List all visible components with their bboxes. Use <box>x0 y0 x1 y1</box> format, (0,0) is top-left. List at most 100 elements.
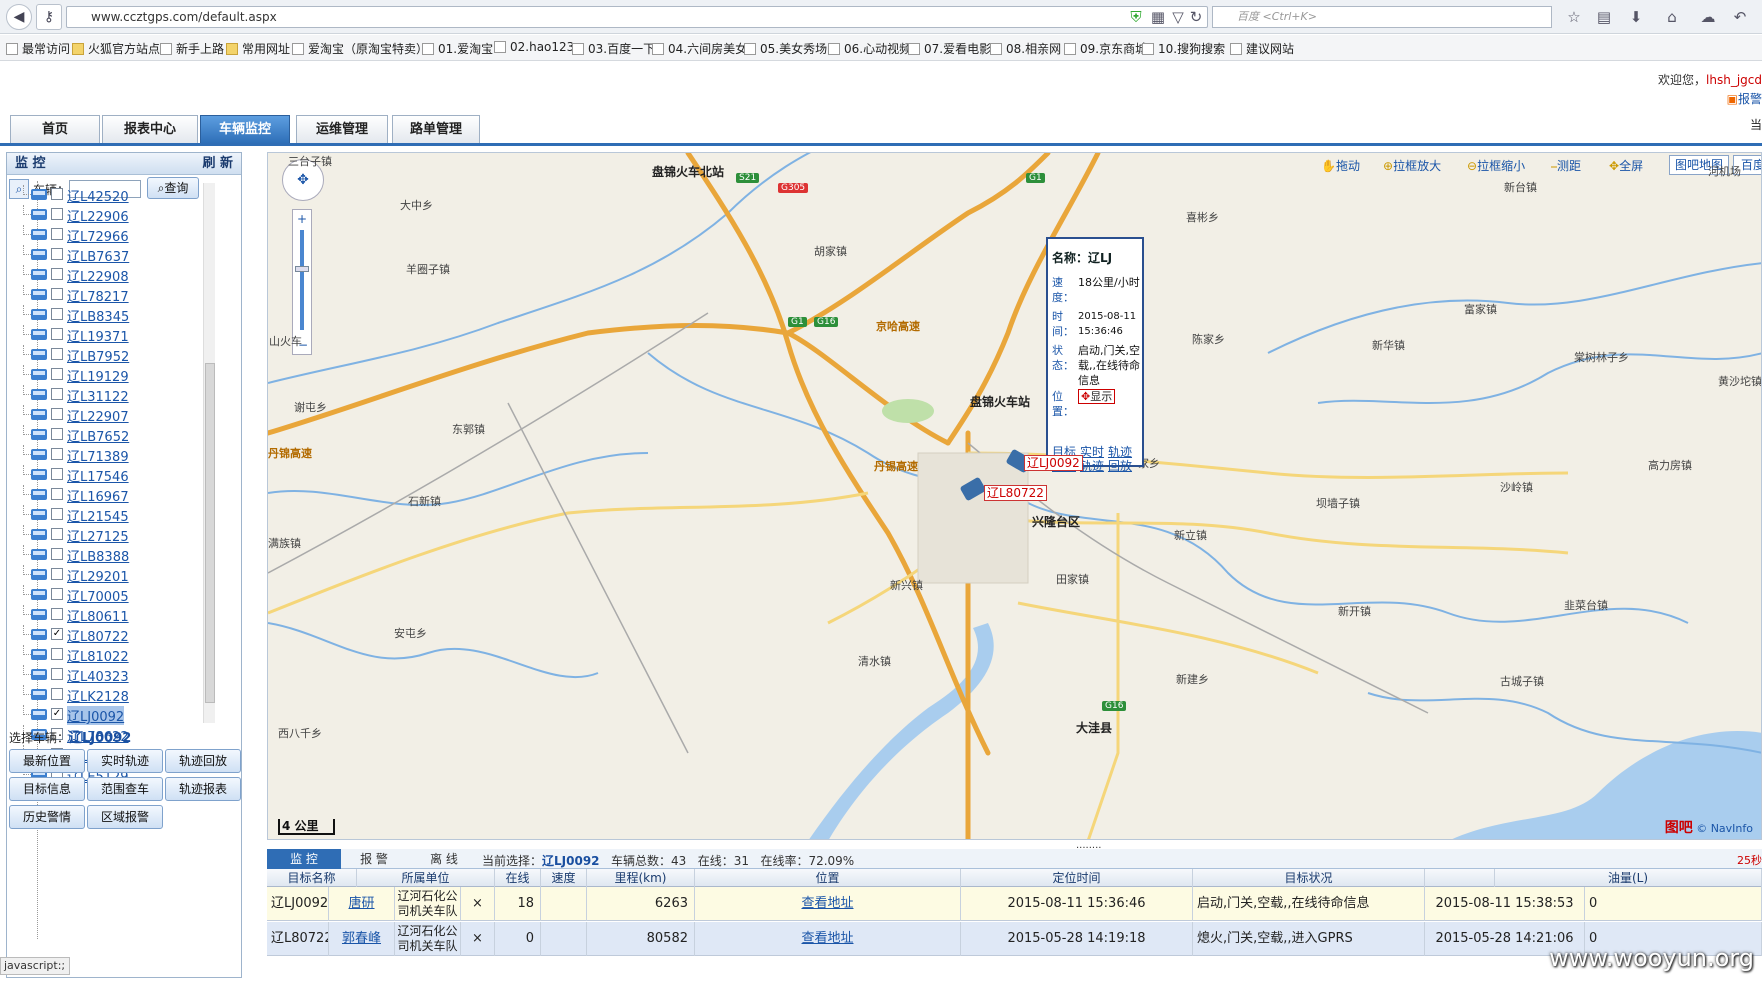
tree-scrollbar[interactable] <box>203 183 215 723</box>
map-tool[interactable]: ✥全屏 <box>1609 157 1643 174</box>
list-item[interactable]: 辽L40323 <box>11 665 191 685</box>
function-button[interactable]: 目标信息 <box>9 777 85 801</box>
vehicle-id[interactable]: 辽LK2128 <box>67 686 129 705</box>
vehicle-checkbox[interactable] <box>51 348 63 360</box>
bookmark-item[interactable]: 10.搜狗搜索 <box>1142 40 1225 57</box>
vehicle-checkbox[interactable] <box>51 228 63 240</box>
vehicle-id[interactable]: 辽L21545 <box>67 506 129 525</box>
vehicle-id[interactable]: 辽L40323 <box>67 666 129 685</box>
vehicle-id[interactable]: 辽L78217 <box>67 286 129 305</box>
vehicle-checkbox[interactable] <box>51 448 63 460</box>
list-item[interactable]: 辽L22906 <box>11 205 191 225</box>
column-header[interactable]: 里程(km) <box>587 869 695 887</box>
search-input[interactable]: 百度 <Ctrl+K> <box>1212 6 1552 28</box>
list-item[interactable]: 辽LB8388 <box>11 545 191 565</box>
vehicle-checkbox[interactable]: ✓ <box>51 708 63 720</box>
refresh-button[interactable]: 刷 新 <box>202 153 233 175</box>
map-tool[interactable]: ⊕拉框放大 <box>1383 157 1441 174</box>
zoom-handle[interactable] <box>295 266 309 272</box>
function-button[interactable]: 范围查车 <box>87 777 163 801</box>
cell-link[interactable]: 查看地址 <box>801 931 853 946</box>
bookmark-item[interactable]: 02.hao123 <box>494 40 574 54</box>
vehicle-checkbox[interactable] <box>51 368 63 380</box>
column-header[interactable]: 油量(L) <box>1495 869 1762 887</box>
vehicle-id[interactable]: 辽L71389 <box>67 446 129 465</box>
list-item[interactable]: 辽L16967 <box>11 485 191 505</box>
list-item[interactable]: 辽L27125 <box>11 525 191 545</box>
zoom-in-icon[interactable]: + <box>297 212 307 226</box>
bookmark-item[interactable]: 06.心动视频 <box>828 40 911 57</box>
vehicle-checkbox[interactable] <box>51 328 63 340</box>
vehicle-id[interactable]: 辽LJ0092 <box>67 706 125 725</box>
vehicle-checkbox[interactable] <box>51 688 63 700</box>
undo-icon[interactable]: ↶ <box>1730 7 1750 27</box>
column-header[interactable]: 位置 <box>695 869 961 887</box>
table-cell[interactable]: 郭春峰 <box>329 922 395 956</box>
vehicle-checkbox[interactable] <box>51 528 63 540</box>
bookmark-item[interactable]: 08.相亲网 <box>990 40 1061 57</box>
function-button[interactable]: 区域报警 <box>87 805 163 829</box>
vehicle-id[interactable]: 辽L72966 <box>67 226 129 245</box>
function-button[interactable]: 轨迹回放 <box>165 749 241 773</box>
map-view[interactable]: ✥ + − ✋拖动⊕拉框放大⊖拉框缩小⎯测距✥全屏图吧地图百度地图 三台子镇盘锦… <box>267 152 1762 840</box>
table-row[interactable]: 辽L80722 郭春峰 辽河石化公 司机关车队 × 0 80582 查看地址 2015-05-2… <box>267 922 1762 956</box>
bookmark-item[interactable]: 05.美女秀场 <box>744 40 827 57</box>
bookmark-item[interactable]: 新手上路 <box>160 40 224 57</box>
vehicle-checkbox[interactable] <box>51 268 63 280</box>
list-item[interactable]: 辽L42520 <box>11 185 191 205</box>
vehicle-id[interactable]: 辽L19371 <box>67 326 129 345</box>
vehicle-id[interactable]: 辽L80722 <box>67 626 129 645</box>
list-item[interactable]: 辽L22908 <box>11 265 191 285</box>
tab-4[interactable]: 路单管理 <box>392 115 480 143</box>
vehicle-checkbox[interactable] <box>51 408 63 420</box>
list-item[interactable]: 辽L78217 <box>11 285 191 305</box>
vehicle-id[interactable]: 辽LB7652 <box>67 426 129 445</box>
vehicle-id[interactable]: 辽L42520 <box>67 186 129 205</box>
map-tool[interactable]: ⊖拉框缩小 <box>1467 157 1525 174</box>
vehicle-id[interactable]: 辽L16967 <box>67 486 129 505</box>
tab-0[interactable]: 首页 <box>10 115 100 143</box>
key-icon[interactable]: ⚷ <box>36 4 62 30</box>
column-header[interactable]: 在线 <box>495 869 541 887</box>
vehicle-checkbox[interactable] <box>51 388 63 400</box>
vehicle-id[interactable]: 辽L22908 <box>67 266 129 285</box>
username[interactable]: lhsh_jgcd <box>1706 73 1762 87</box>
vehicle-label-l80722[interactable]: 辽L80722 <box>984 485 1047 501</box>
list-item[interactable]: 辽L81022 <box>11 645 191 665</box>
column-header[interactable]: 所属单位 <box>357 869 495 887</box>
list-item[interactable]: 辽L29201 <box>11 565 191 585</box>
vehicle-checkbox[interactable] <box>51 468 63 480</box>
vehicle-checkbox[interactable] <box>51 308 63 320</box>
function-button[interactable]: 最新位置 <box>9 749 85 773</box>
popup-link[interactable]: 回放 <box>1108 457 1132 474</box>
vehicle-checkbox[interactable] <box>51 568 63 580</box>
function-button[interactable]: 实时轨迹 <box>87 749 163 773</box>
map-tool[interactable]: ⎯测距 <box>1551 157 1581 174</box>
function-button[interactable]: 轨迹报表 <box>165 777 241 801</box>
tab-1[interactable]: 报表中心 <box>102 115 198 143</box>
list-item[interactable]: ✓ 辽LJ0092 <box>11 705 191 725</box>
address-bar[interactable]: www.ccztgps.com/default.aspx <box>66 6 1208 28</box>
table-cell[interactable]: 唐研 <box>329 887 395 921</box>
home-icon[interactable]: ⌂ <box>1662 7 1682 27</box>
vehicle-id[interactable]: 辽L31122 <box>67 386 129 405</box>
column-header[interactable]: 速度 <box>541 869 587 887</box>
bottom-tab-0[interactable]: 监 控 <box>267 849 341 869</box>
vehicle-id[interactable]: 辽LB8345 <box>67 306 129 325</box>
vehicle-checkbox[interactable] <box>51 248 63 260</box>
list-item[interactable]: 辽LB8345 <box>11 305 191 325</box>
filter-icon[interactable]: ▽ <box>1168 7 1188 27</box>
alarm-link[interactable]: ▣报警 <box>1727 90 1762 107</box>
reader-icon[interactable]: ▤ <box>1594 7 1614 27</box>
table-cell[interactable]: 查看地址 <box>695 887 961 921</box>
bookmark-item[interactable]: 01.爱淘宝 <box>422 40 493 57</box>
download-icon[interactable]: ⬇ <box>1626 7 1646 27</box>
cell-link[interactable]: 查看地址 <box>801 896 853 911</box>
shield-icon[interactable]: ⛨ <box>1126 7 1146 27</box>
bottom-tab-1[interactable]: 报 警 <box>337 849 411 869</box>
star-icon[interactable]: ☆ <box>1564 7 1584 27</box>
vehicle-checkbox[interactable] <box>51 288 63 300</box>
list-item[interactable]: 辽L72966 <box>11 225 191 245</box>
column-header[interactable]: 目标状况 <box>1193 869 1425 887</box>
list-item[interactable]: 辽L71389 <box>11 445 191 465</box>
